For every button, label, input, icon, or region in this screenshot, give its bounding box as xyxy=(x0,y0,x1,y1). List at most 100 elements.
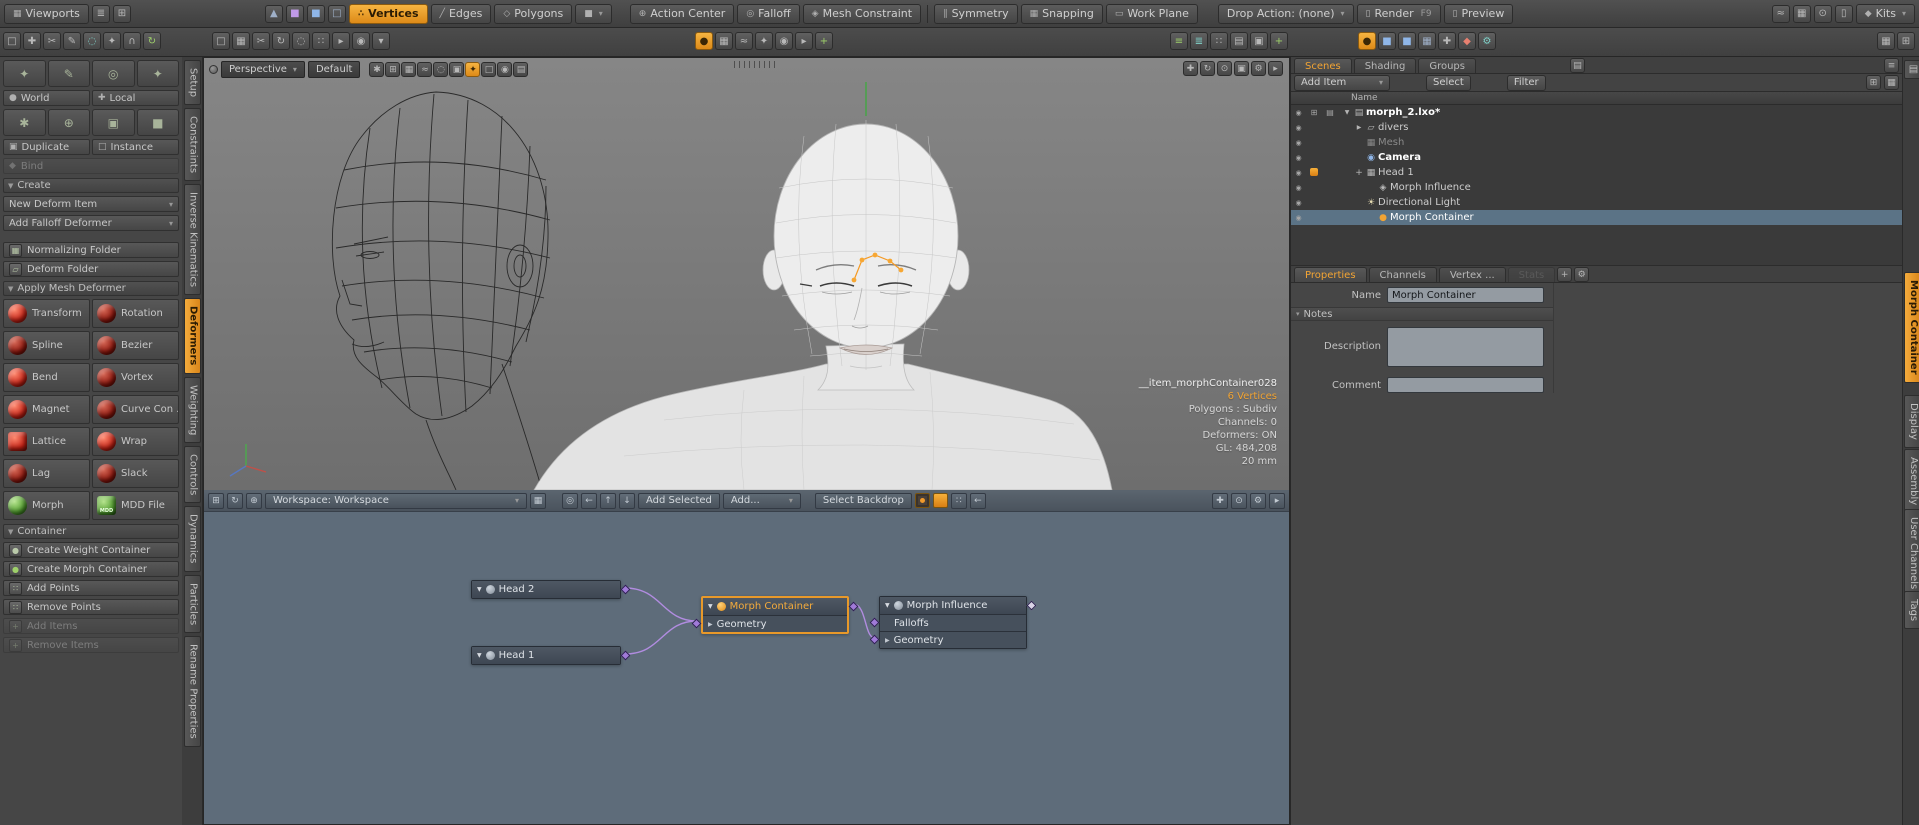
visibility-eye-icon[interactable]: ◉ xyxy=(1291,169,1306,177)
morph-deformer-button[interactable]: Morph xyxy=(3,491,90,520)
tool-star-icon[interactable]: ✱ xyxy=(3,109,46,136)
local-button[interactable]: ✚ Local xyxy=(92,90,179,106)
create-morph-container-button[interactable]: ● Create Morph Container xyxy=(3,561,179,577)
expand-plus-icon[interactable]: + xyxy=(1354,169,1364,177)
visibility-eye-icon[interactable]: ◉ xyxy=(1291,214,1306,222)
tab-controls[interactable]: Controls xyxy=(184,446,201,503)
down-arrow-icon[interactable]: ↓ xyxy=(619,493,635,509)
center-mode-icon[interactable]: ■ xyxy=(307,5,325,23)
tab-inverse-kinematics[interactable]: Inverse Kinematics xyxy=(184,184,201,295)
film-icon[interactable]: ▤ xyxy=(1230,32,1248,50)
symmetry-button[interactable]: ∥ Symmetry xyxy=(934,4,1018,24)
side-tab-display[interactable]: Display xyxy=(1904,395,1919,448)
maximize-icon[interactable]: ▣ xyxy=(1234,61,1249,76)
collapse-icon[interactable]: ▼ xyxy=(477,652,482,659)
red-diamond-icon[interactable]: ◆ xyxy=(1458,32,1476,50)
tree-column-header[interactable]: Name xyxy=(1291,92,1902,105)
panel-options-icon[interactable]: ▤ xyxy=(1904,60,1919,79)
instance-button[interactable]: □ Instance xyxy=(92,139,179,155)
teal-gear-icon[interactable]: ⚙ xyxy=(1478,32,1496,50)
tool-stack-icon[interactable]: ■ xyxy=(137,109,180,136)
vortex-deformer-button[interactable]: Vortex xyxy=(92,363,179,392)
zoom-icon[interactable]: ⊙ xyxy=(1217,61,1232,76)
description-input[interactable] xyxy=(1387,327,1544,367)
lattice-deformer-button[interactable]: Lattice xyxy=(3,427,90,456)
tab-constraints[interactable]: Constraints xyxy=(184,108,201,181)
add-points-button[interactable]: ∷ Add Points xyxy=(3,580,179,596)
pan-icon[interactable]: ✚ xyxy=(1183,61,1198,76)
falloff-button[interactable]: ◎ Falloff xyxy=(737,4,799,24)
monitor-icon[interactable]: ▯ xyxy=(1835,5,1853,23)
tab-weighting[interactable]: Weighting xyxy=(184,377,201,443)
camera-view-dropdown[interactable]: Perspective ▾ xyxy=(221,61,305,78)
add-dropdown[interactable]: Add... ▾ xyxy=(723,493,801,509)
remove-points-button[interactable]: ∷ Remove Points xyxy=(3,599,179,615)
create-weight-container-button[interactable]: ● Create Weight Container xyxy=(3,542,179,558)
grid-select-icon[interactable]: ▦ xyxy=(232,32,250,50)
figure-shade-icon[interactable]: ✦ xyxy=(755,32,773,50)
zoom-icon[interactable]: ⊙ xyxy=(1231,493,1247,509)
tab-particles[interactable]: Particles xyxy=(184,575,201,633)
scissors-select-icon[interactable]: ✂ xyxy=(252,32,270,50)
add-layer-icon[interactable]: + xyxy=(1270,32,1288,50)
collapse-icon[interactable]: ▼ xyxy=(708,603,713,610)
column-icon[interactable]: ▤ xyxy=(1322,108,1338,117)
collapse-all-icon[interactable]: ⊞ xyxy=(1866,75,1881,90)
select-button[interactable]: Select xyxy=(1426,75,1471,91)
quad-view-icon[interactable]: ⊞ xyxy=(385,62,400,77)
tab-channels[interactable]: Channels xyxy=(1369,267,1437,282)
tab-list-icon[interactable]: ▤ xyxy=(1570,58,1585,73)
refresh-graph-icon[interactable]: ↻ xyxy=(227,493,243,509)
move-tool-icon[interactable]: ✚ xyxy=(23,32,41,50)
expand-icon[interactable]: ▶ xyxy=(708,621,713,628)
reflection-icon[interactable]: ▣ xyxy=(449,62,464,77)
tab-shading[interactable]: Shading xyxy=(1354,58,1417,73)
add-items-button[interactable]: + Add Items xyxy=(3,618,179,634)
remove-items-button[interactable]: + Remove Items xyxy=(3,637,179,653)
grid-shade-icon[interactable]: ▦ xyxy=(715,32,733,50)
tree-row-camera[interactable]: ◉ ◉ Camera xyxy=(1291,150,1902,165)
tool-cube-icon[interactable]: ▣ xyxy=(92,109,135,136)
tab-scenes[interactable]: Scenes xyxy=(1294,58,1352,73)
grid-b-icon[interactable]: ⊞ xyxy=(1897,32,1915,50)
backdrop-color-swatch[interactable] xyxy=(915,493,930,508)
apply-mesh-deformer-header[interactable]: ▼ Apply Mesh Deformer xyxy=(3,281,179,296)
link-icon[interactable]: ⊕ xyxy=(246,493,262,509)
node-morph-influence[interactable]: ▼ Morph Influence Falloffs ▶ Geometry xyxy=(879,596,1027,649)
magnet-deformer-button[interactable]: Magnet xyxy=(3,395,90,424)
preview-button[interactable]: ▯ Preview xyxy=(1444,4,1514,24)
schematic-more-icon[interactable]: ▸ xyxy=(1269,493,1285,509)
swatch-grid-icon[interactable]: ∷ xyxy=(951,493,967,509)
schematic-canvas[interactable]: ▼ Head 2 ▼ Head 1 ▼ xyxy=(204,512,1289,824)
render-button[interactable]: ▯ Render F9 xyxy=(1357,4,1441,24)
visibility-eye-icon[interactable]: ◉ xyxy=(1291,109,1306,117)
cube-tool-icon[interactable]: □ xyxy=(3,32,21,50)
layers-icon[interactable]: ≣ xyxy=(1190,32,1208,50)
tree-row-mesh[interactable]: ◉ ▦ Mesh xyxy=(1291,135,1902,150)
pen-tool-icon[interactable]: ✎ xyxy=(63,32,81,50)
add-falloff-deformer-dropdown[interactable]: Add Falloff Deformer ▾ xyxy=(3,215,179,231)
lasso-select-icon[interactable]: ◌ xyxy=(292,32,310,50)
camera-shade-icon[interactable]: ◉ xyxy=(775,32,793,50)
tree-row-head1[interactable]: ◉ + ▦ Head 1 xyxy=(1291,165,1902,180)
schematic-settings-icon[interactable]: ⚙ xyxy=(1250,493,1266,509)
side-tab-user-channels[interactable]: User Channels xyxy=(1904,509,1919,597)
viewport-options-dot-icon[interactable] xyxy=(209,65,218,74)
dots-select-icon[interactable]: ∷ xyxy=(312,32,330,50)
polygons-mode-button[interactable]: ◇ Polygons xyxy=(494,4,572,24)
wireframe-toggle-icon[interactable]: ▦ xyxy=(401,62,416,77)
layout-switch-icon[interactable]: ≈ xyxy=(1772,5,1790,23)
gray-move-icon[interactable]: ✚ xyxy=(1438,32,1456,50)
cut-tool-icon[interactable]: ✂ xyxy=(43,32,61,50)
tab-deformers[interactable]: Deformers xyxy=(184,298,201,373)
notes-section-header[interactable]: ▾ Notes xyxy=(1291,307,1553,321)
viewports-button[interactable]: ▦ Viewports xyxy=(4,4,89,24)
tool-smudge-icon[interactable]: ✦ xyxy=(3,60,46,87)
image-icon[interactable]: ▣ xyxy=(1250,32,1268,50)
tree-row-directional-light[interactable]: ◉ ☀ Directional Light xyxy=(1291,195,1902,210)
cube-select-icon[interactable]: □ xyxy=(212,32,230,50)
rotation-deformer-button[interactable]: Rotation xyxy=(92,299,179,328)
envmap-icon[interactable]: ◉ xyxy=(497,62,512,77)
viewport-3d[interactable]: Perspective ▾ Default ✱ ⊞ ▦ ≈ ◌ ▣ ✦ □ ◉ … xyxy=(204,58,1289,490)
shadow-toggle-icon[interactable]: □ xyxy=(481,62,496,77)
